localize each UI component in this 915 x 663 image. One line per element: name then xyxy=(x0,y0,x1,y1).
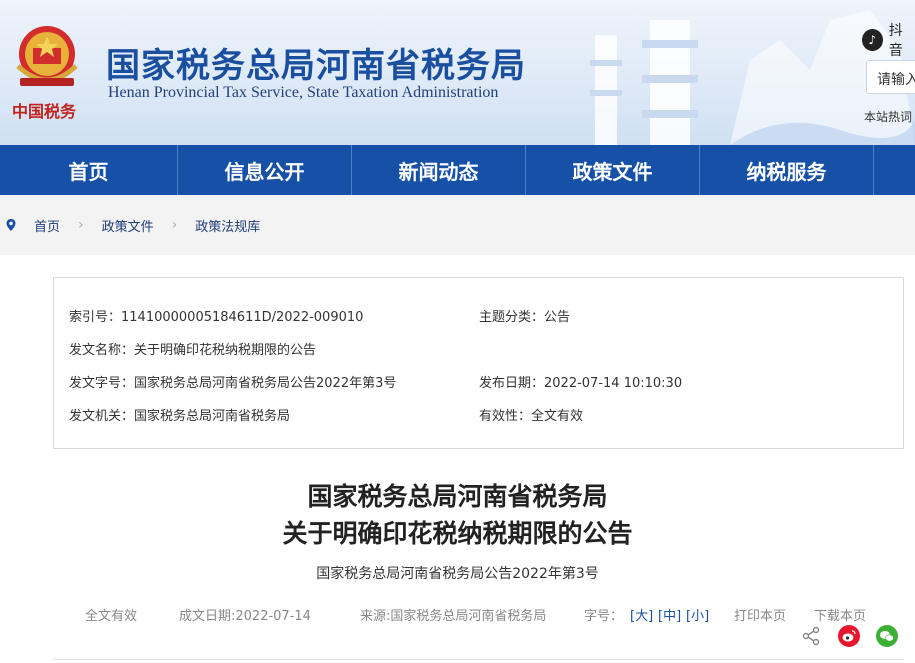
info-source: 来源:国家税务总局河南省税务局 xyxy=(360,609,547,624)
breadcrumb-separator: › xyxy=(171,217,178,233)
site-subtitle: Henan Provincial Tax Service, State Taxa… xyxy=(108,84,499,101)
breadcrumb-library[interactable]: 政策法规库 xyxy=(195,216,260,235)
meta-validity-value: 全文有效 xyxy=(531,409,584,424)
meta-doc-name: 发文名称：关于明确印花税纳税期限的公告 xyxy=(69,343,317,358)
location-icon xyxy=(6,219,16,231)
nav-item-news[interactable]: 新闻动态 xyxy=(352,145,526,195)
meta-validity: 有效性：全文有效 xyxy=(479,409,584,424)
info-date: 成文日期:2022-07-14 xyxy=(179,609,311,624)
metadata-box: 索引号：11410000005184611D/2022-009010 主题分类：… xyxy=(53,277,904,449)
breadcrumb-policy[interactable]: 政策文件 xyxy=(102,216,154,235)
meta-pub-date: 发布日期：2022-07-14 10:10:30 xyxy=(479,376,683,391)
font-size-small-button[interactable]: [小] xyxy=(686,605,709,624)
meta-doc-name-value: 关于明确印花税纳税期限的公告 xyxy=(134,343,317,358)
weibo-icon[interactable] xyxy=(838,625,860,647)
meta-doc-code: 发文字号：国家税务总局河南省税务局公告2022年第3号 xyxy=(69,376,397,391)
meta-index: 索引号：11410000005184611D/2022-009010 xyxy=(69,310,364,325)
breadcrumb-home[interactable]: 首页 xyxy=(34,216,60,235)
divider xyxy=(53,659,904,660)
nav-item-info[interactable]: 信息公开 xyxy=(178,145,352,195)
info-validity: 全文有效 xyxy=(85,609,138,624)
font-size-medium-button[interactable]: [中] xyxy=(658,605,681,624)
meta-index-value: 11410000005184611D/2022-009010 xyxy=(121,310,364,325)
douyin-label: 抖音 xyxy=(888,23,903,59)
font-size-label: 字号： xyxy=(584,609,624,624)
meta-topic-value: 公告 xyxy=(544,310,571,325)
download-button[interactable]: 下载本页 xyxy=(814,605,866,624)
meta-doc-code-value: 国家税务总局河南省税务局公告2022年第3号 xyxy=(134,376,397,391)
nav-item-policy[interactable]: 政策文件 xyxy=(526,145,700,195)
breadcrumb: 首页 › 政策文件 › 政策法规库 xyxy=(0,195,915,255)
document-number: 国家税务总局河南省税务局公告2022年第3号 xyxy=(316,566,599,582)
document-title-line1: 国家税务总局河南省税务局 xyxy=(307,482,608,511)
breadcrumb-separator: › xyxy=(78,217,84,233)
search-input[interactable]: 请输入 xyxy=(866,60,915,94)
emblem-text: 中国税务 xyxy=(12,102,77,121)
content-area: 索引号：11410000005184611D/2022-009010 主题分类：… xyxy=(0,255,915,663)
site-title[interactable]: 国家税务总局河南省税务局 xyxy=(106,38,526,87)
meta-issuer: 发文机关：国家税务总局河南省税务局 xyxy=(69,409,291,424)
font-size-large-button[interactable]: [大] xyxy=(630,605,653,624)
douyin-link[interactable]: ♪ 抖音 xyxy=(862,20,915,60)
nav-item-home[interactable]: 首页 xyxy=(0,145,178,195)
nav-item-service[interactable]: 纳税服务 xyxy=(700,145,874,195)
meta-issuer-value: 国家税务总局河南省税务局 xyxy=(134,409,291,424)
document-title-line2: 关于明确印花税纳税期限的公告 xyxy=(282,519,633,548)
meta-pub-date-value: 2022-07-14 10:10:30 xyxy=(544,376,683,391)
wechat-icon[interactable] xyxy=(876,625,898,647)
site-header: 中国税务 国家税务总局河南省税务局 Henan Provincial Tax S… xyxy=(0,0,915,145)
main-nav: 首页 信息公开 新闻动态 政策文件 纳税服务 xyxy=(0,145,915,195)
douyin-icon: ♪ xyxy=(862,29,883,51)
meta-topic: 主题分类：公告 xyxy=(479,310,571,325)
print-button[interactable]: 打印本页 xyxy=(734,605,786,624)
hot-words-label: 本站热词 xyxy=(864,110,913,124)
share-icon[interactable] xyxy=(800,625,822,647)
